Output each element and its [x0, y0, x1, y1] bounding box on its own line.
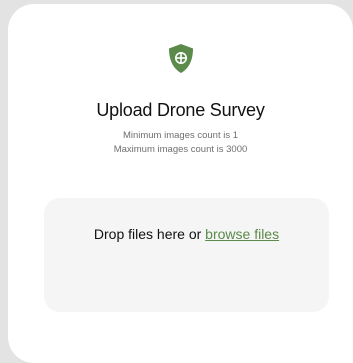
upload-card: Upload Drone Survey Minimum images count… — [8, 4, 353, 363]
min-images-text: Minimum images count is 1 — [122, 130, 239, 141]
dropzone-text: Drop files here or browse files — [44, 226, 329, 242]
shield-icon — [167, 43, 195, 75]
file-dropzone[interactable]: Drop files here or browse files — [44, 198, 329, 312]
upload-title: Upload Drone Survey — [96, 100, 265, 120]
max-images-text: Maximum images count is 3000 — [113, 144, 248, 155]
drop-prompt: Drop files here or — [93, 226, 202, 242]
browse-files-link[interactable]: browse files — [205, 226, 279, 242]
